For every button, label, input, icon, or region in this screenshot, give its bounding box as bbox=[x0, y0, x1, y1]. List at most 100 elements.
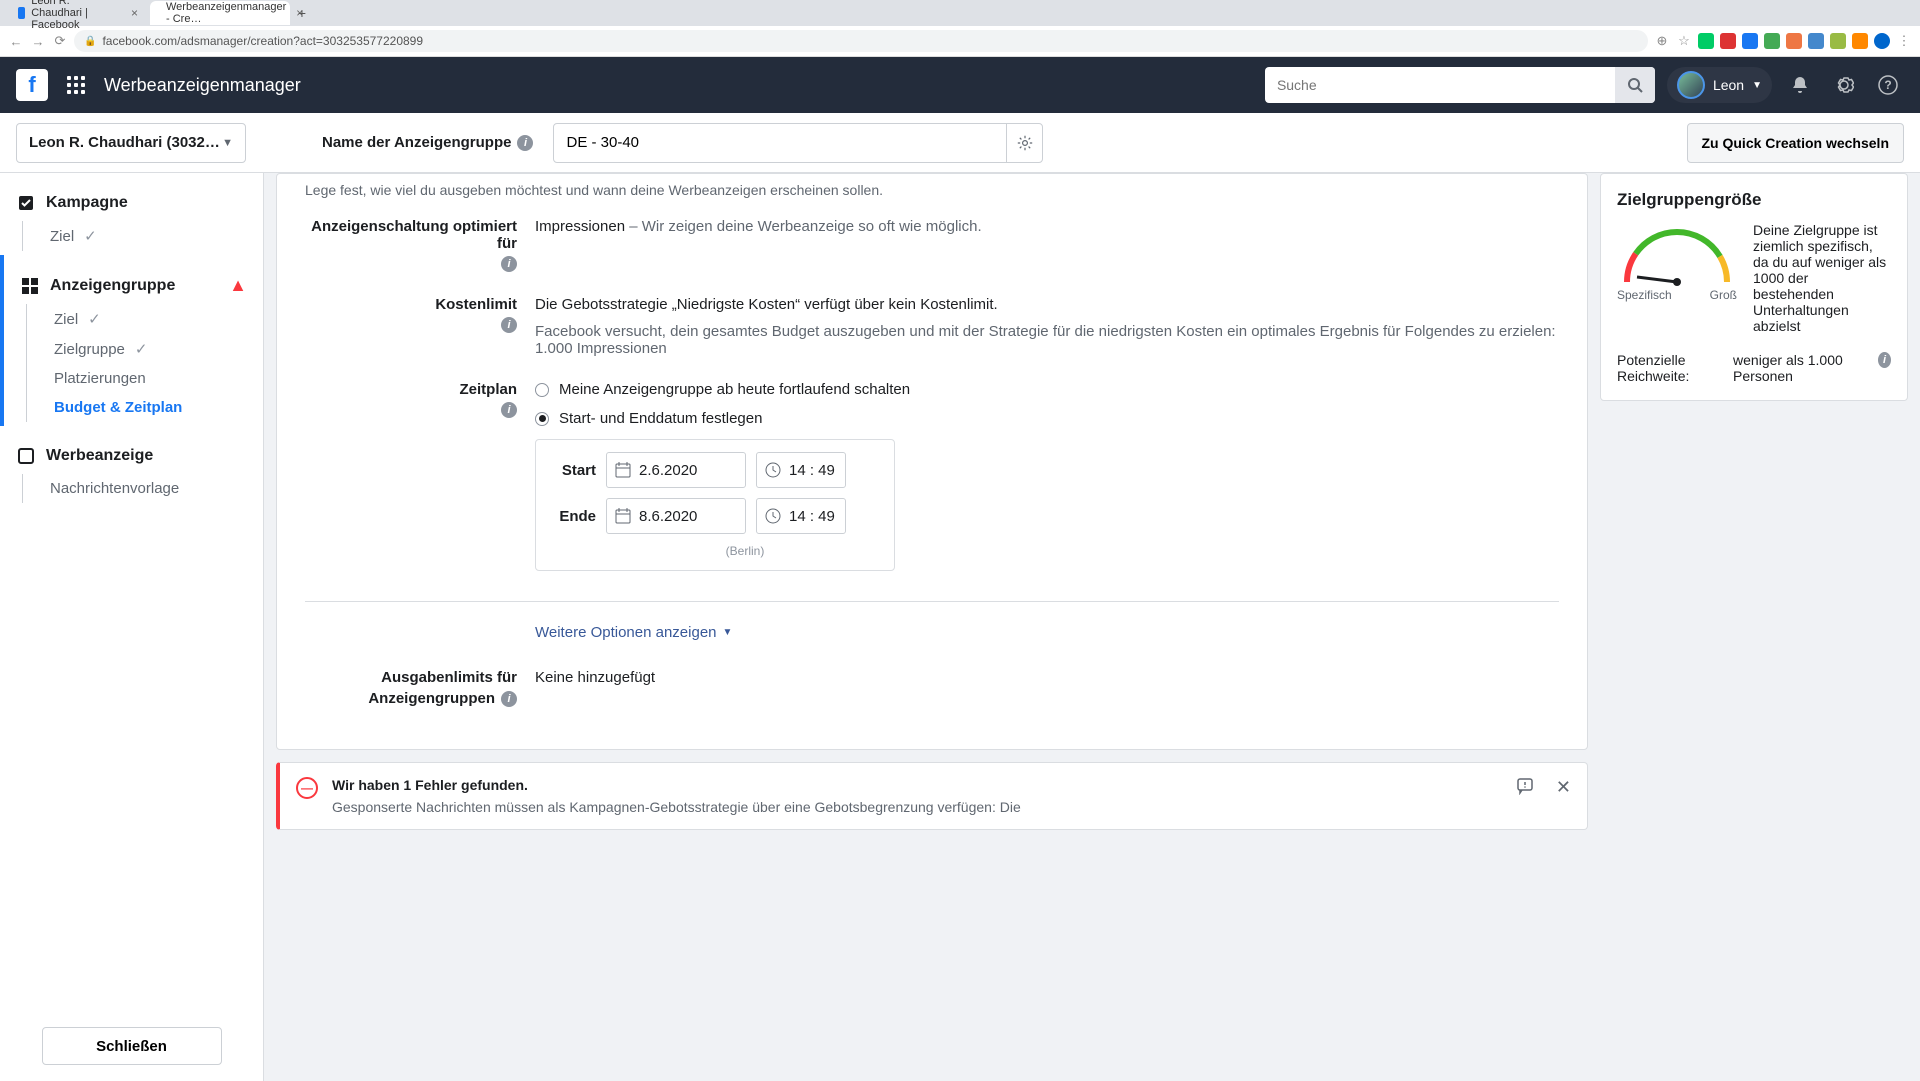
radio-start-end[interactable]: Start- und Enddatum festlegen bbox=[535, 410, 1559, 427]
facebook-logo-icon[interactable]: f bbox=[16, 69, 48, 101]
audience-size-card: Zielgruppengröße Spezifisch Groß D bbox=[1600, 173, 1908, 401]
star-icon[interactable]: ☆ bbox=[1676, 33, 1692, 49]
extension-icon[interactable] bbox=[1698, 33, 1714, 49]
apps-grid-icon[interactable] bbox=[60, 69, 92, 101]
extension-icon[interactable] bbox=[1830, 33, 1846, 49]
search-icon bbox=[1627, 77, 1643, 93]
optimization-value[interactable]: Impressionen bbox=[535, 218, 625, 235]
extension-icon[interactable] bbox=[1742, 33, 1758, 49]
browser-tab[interactable]: Werbeanzeigenmanager - Cre… × bbox=[150, 1, 290, 25]
row-optimization: Anzeigenschaltung optimiert für i Impres… bbox=[277, 206, 1587, 284]
app-title: Werbeanzeigenmanager bbox=[104, 75, 301, 96]
end-date-input[interactable]: 8.6.2020 bbox=[606, 498, 746, 534]
divider bbox=[305, 601, 1559, 602]
info-icon[interactable]: i bbox=[517, 135, 533, 151]
extension-icon[interactable] bbox=[1852, 33, 1868, 49]
start-date-input[interactable]: 2.6.2020 bbox=[606, 452, 746, 488]
tab-strip: Leon R. Chaudhari | Facebook × Werbeanze… bbox=[0, 0, 1920, 26]
global-search bbox=[1265, 67, 1655, 103]
chevron-down-icon: ▼ bbox=[222, 137, 233, 149]
workspace: Kampagne Ziel ✓ Anzeigengruppe ▲ Ziel ✓ … bbox=[0, 173, 1920, 1081]
sidebar-head-adset[interactable]: Anzeigengruppe ▲ bbox=[20, 267, 247, 304]
radio-icon bbox=[535, 412, 549, 426]
menu-icon[interactable]: ⋮ bbox=[1896, 33, 1912, 49]
info-icon[interactable]: i bbox=[501, 256, 517, 272]
zoom-icon[interactable]: ⊕ bbox=[1654, 33, 1670, 49]
spend-limits-value: Keine hinzugefügt bbox=[535, 669, 655, 686]
ad-icon bbox=[16, 446, 36, 466]
search-input[interactable] bbox=[1265, 77, 1615, 93]
sidebar-item-campaign-goal[interactable]: Ziel ✓ bbox=[16, 221, 247, 251]
clock-icon bbox=[765, 462, 781, 478]
check-icon: ✓ bbox=[135, 340, 148, 358]
radio-continuous[interactable]: Meine Anzeigengruppe ab heute fortlaufen… bbox=[535, 381, 1559, 398]
feedback-icon[interactable] bbox=[1516, 777, 1534, 795]
more-options-toggle[interactable]: Weitere Optionen anzeigen ▼ bbox=[277, 620, 1587, 645]
main-content: Lege fest, wie viel du ausgeben möchtest… bbox=[264, 173, 1600, 1081]
reload-icon[interactable]: ⟳ bbox=[52, 33, 68, 49]
forward-icon[interactable]: → bbox=[30, 33, 46, 49]
new-tab-button[interactable]: + bbox=[292, 5, 312, 21]
favicon-icon bbox=[18, 7, 25, 19]
adset-icon bbox=[20, 276, 40, 296]
calendar-icon bbox=[615, 508, 631, 524]
search-button[interactable] bbox=[1615, 67, 1655, 103]
back-icon[interactable]: ← bbox=[8, 33, 24, 49]
info-icon[interactable]: i bbox=[501, 317, 517, 333]
aside: Zielgruppengröße Spezifisch Groß D bbox=[1600, 173, 1920, 1081]
browser-chrome: Leon R. Chaudhari | Facebook × Werbeanze… bbox=[0, 0, 1920, 57]
sidebar-head-ad[interactable]: Werbeanzeige bbox=[16, 438, 247, 474]
timezone-label: (Berlin) bbox=[612, 544, 878, 558]
row-spend-limits: Ausgabenlimits für Anzeigengruppeni Kein… bbox=[277, 645, 1587, 719]
row-schedule: Zeitplan i Meine Anzeigengruppe ab heute… bbox=[277, 369, 1587, 583]
name-settings-button[interactable] bbox=[1006, 124, 1042, 162]
sidebar-item-audience[interactable]: Zielgruppe ✓ bbox=[20, 334, 247, 364]
close-error-button[interactable]: ✕ bbox=[1556, 777, 1571, 798]
sidebar-item-adset-goal[interactable]: Ziel ✓ bbox=[20, 304, 247, 334]
help-icon[interactable]: ? bbox=[1878, 75, 1898, 95]
info-icon[interactable]: i bbox=[501, 691, 517, 707]
info-icon[interactable]: i bbox=[1878, 352, 1891, 368]
sidebar-section-ad: Werbeanzeige Nachrichtenvorlage bbox=[0, 426, 263, 507]
secondary-bar: Leon R. Chaudhari (3032… ▼ Name der Anze… bbox=[0, 113, 1920, 173]
tab-title: Werbeanzeigenmanager - Cre… bbox=[166, 1, 286, 25]
extension-icon[interactable] bbox=[1764, 33, 1780, 49]
sidebar: Kampagne Ziel ✓ Anzeigengruppe ▲ Ziel ✓ … bbox=[0, 173, 264, 1081]
user-menu[interactable]: Leon ▼ bbox=[1667, 67, 1772, 103]
url-text: facebook.com/adsmanager/creation?act=303… bbox=[102, 34, 423, 48]
close-button[interactable]: Schließen bbox=[42, 1027, 222, 1065]
info-icon[interactable]: i bbox=[501, 402, 517, 418]
error-banner: — Wir haben 1 Fehler gefunden. Gesponser… bbox=[276, 762, 1588, 830]
profile-icon[interactable] bbox=[1874, 33, 1890, 49]
sidebar-item-placements[interactable]: Platzierungen bbox=[20, 364, 247, 393]
extension-icon[interactable] bbox=[1808, 33, 1824, 49]
nav-bar: ← → ⟳ 🔒 facebook.com/adsmanager/creation… bbox=[0, 26, 1920, 56]
row-cost-limit: Kostenlimit i Die Gebotsstrategie „Niedr… bbox=[277, 284, 1587, 369]
schedule-box: Start 2.6.2020 14 : 49 Ende bbox=[535, 439, 895, 571]
sidebar-head-campaign[interactable]: Kampagne bbox=[16, 185, 247, 221]
check-icon: ✓ bbox=[88, 310, 101, 328]
group-name-field-wrap bbox=[553, 123, 1043, 163]
sidebar-item-budget-schedule[interactable]: Budget & Zeitplan bbox=[20, 393, 247, 422]
account-dropdown[interactable]: Leon R. Chaudhari (3032… ▼ bbox=[16, 123, 246, 163]
extension-icon[interactable] bbox=[1720, 33, 1736, 49]
error-icon: — bbox=[296, 777, 318, 799]
close-icon[interactable]: × bbox=[131, 6, 138, 20]
group-name-input[interactable] bbox=[554, 134, 1006, 151]
avatar-icon bbox=[1677, 71, 1705, 99]
chevron-down-icon: ▼ bbox=[1752, 80, 1762, 91]
extension-icon[interactable] bbox=[1786, 33, 1802, 49]
check-icon: ✓ bbox=[84, 227, 97, 245]
quick-creation-button[interactable]: Zu Quick Creation wechseln bbox=[1687, 123, 1905, 163]
browser-tab[interactable]: Leon R. Chaudhari | Facebook × bbox=[8, 1, 148, 25]
url-bar[interactable]: 🔒 facebook.com/adsmanager/creation?act=3… bbox=[74, 30, 1648, 52]
start-time-input[interactable]: 14 : 49 bbox=[756, 452, 846, 488]
end-time-input[interactable]: 14 : 49 bbox=[756, 498, 846, 534]
aside-title: Zielgruppengröße bbox=[1617, 190, 1891, 210]
sidebar-section-campaign: Kampagne Ziel ✓ bbox=[0, 173, 263, 255]
sidebar-section-adset: Anzeigengruppe ▲ Ziel ✓ Zielgruppe ✓ Pla… bbox=[0, 255, 263, 426]
notifications-icon[interactable] bbox=[1790, 75, 1810, 95]
settings-gear-icon[interactable] bbox=[1834, 75, 1854, 95]
clock-icon bbox=[765, 508, 781, 524]
sidebar-item-message-template[interactable]: Nachrichtenvorlage bbox=[16, 474, 247, 503]
